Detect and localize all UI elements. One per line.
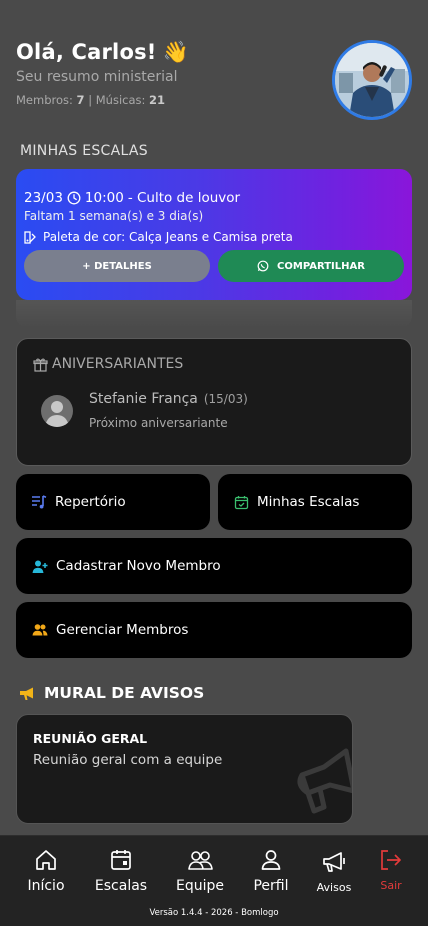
schedule-buttons: + DETALHES COMPARTILHAR: [24, 250, 404, 282]
schedule-palette: Paleta de cor: Calça Jeans e Camisa pret…: [24, 230, 404, 244]
nav-schedules-label: Escalas: [94, 878, 148, 894]
details-button[interactable]: + DETALHES: [24, 250, 210, 282]
members-label: Membros:: [16, 93, 73, 107]
songs-label: Músicas:: [95, 93, 146, 107]
megaphone-icon: [321, 850, 347, 874]
nav-notices-label: Avisos: [316, 881, 352, 894]
avatar-photo: [335, 43, 409, 117]
nav-logout-label: Sair: [380, 879, 402, 892]
my-schedules-button[interactable]: Minhas Escalas: [218, 474, 412, 530]
nav-team[interactable]: Equipe: [172, 848, 228, 894]
members-count: 7: [76, 93, 85, 107]
manage-members-label: Gerenciar Membros: [56, 622, 189, 638]
nav-profile-label: Perfil: [253, 878, 289, 894]
schedule-time: 10:00: [84, 190, 124, 206]
notice-megaphone-icon: [294, 745, 352, 819]
users-icon: [32, 623, 48, 637]
nav-logout[interactable]: Sair: [374, 848, 408, 892]
calendar-icon: [109, 848, 133, 872]
bottom-nav: Início Escalas Equipe Perfil Avisos Sair…: [0, 835, 428, 926]
add-user-icon: [32, 559, 48, 574]
schedule-event: - Culto de louvor: [127, 190, 241, 206]
profile-avatar[interactable]: [332, 40, 412, 120]
home-icon: [34, 848, 58, 872]
share-button-label: COMPARTILHAR: [277, 260, 365, 272]
mural-title-text: MURAL DE AVISOS: [44, 684, 205, 702]
share-button[interactable]: COMPARTILHAR: [218, 250, 404, 282]
nav-home[interactable]: Início: [26, 848, 66, 894]
stats-separator: |: [88, 93, 93, 107]
repertoire-label: Repertório: [55, 494, 126, 510]
birthdays-title: ANIVERSARIANTES: [33, 356, 183, 372]
clock-icon: [67, 191, 81, 205]
calendar-check-icon: [234, 495, 249, 510]
greeting-text: Olá, Carlos!: [16, 40, 157, 64]
nav-profile[interactable]: Perfil: [250, 848, 292, 894]
repertoire-button[interactable]: Repertório: [16, 474, 210, 530]
megaphone-icon: [20, 686, 36, 701]
notice-title: REUNIÃO GERAL: [33, 731, 148, 746]
palette-text: Paleta de cor: Calça Jeans e Camisa pret…: [43, 230, 293, 244]
birthdays-card: ANIVERSARIANTES Stefanie França (15/03) P…: [16, 338, 412, 466]
gift-icon: [33, 357, 48, 372]
nav-home-label: Início: [27, 878, 65, 894]
birthdays-title-text: ANIVERSARIANTES: [52, 356, 184, 372]
birthday-date: (15/03): [203, 392, 248, 406]
birthday-name: Stefanie França: [89, 391, 198, 407]
songs-count: 21: [149, 93, 166, 107]
version-text: Versão 1.4.4 - 2026 - Bomlogo: [149, 908, 279, 918]
header: Olá, Carlos! 👋 Seu resumo ministerial Mem…: [16, 40, 412, 124]
section-title-schedules: MINHAS ESCALAS: [20, 143, 148, 159]
user-icon: [259, 848, 283, 872]
music-list-icon: [31, 494, 47, 510]
wave-icon: 👋: [162, 40, 189, 64]
whatsapp-icon: [257, 260, 269, 272]
schedule-datetime: 23/03 10:00 - Culto de louvor: [24, 190, 404, 206]
nav-notices[interactable]: Avisos: [314, 848, 354, 894]
schedule-date: 23/03: [24, 190, 63, 206]
manage-members-button[interactable]: Gerenciar Membros: [16, 602, 412, 658]
my-schedules-label: Minhas Escalas: [257, 494, 360, 510]
notice-card[interactable]: REUNIÃO GERAL Reunião geral com a equipe: [16, 714, 353, 824]
new-member-label: Cadastrar Novo Membro: [56, 558, 221, 574]
schedule-remaining: Faltam 1 semana(s) e 3 dia(s): [24, 209, 204, 223]
birthday-avatar: [41, 395, 73, 427]
logout-icon: [378, 848, 404, 872]
birthday-note: Próximo aniversariante: [89, 416, 228, 430]
notice-body: Reunião geral com a equipe: [33, 752, 223, 768]
schedule-card-shadow: [16, 300, 412, 328]
birthday-person: Stefanie França (15/03): [89, 391, 248, 407]
new-member-button[interactable]: Cadastrar Novo Membro: [16, 538, 412, 594]
schedule-card[interactable]: 23/03 10:00 - Culto de louvor Faltam 1 s…: [16, 169, 412, 300]
palette-icon: [24, 230, 37, 244]
nav-schedules[interactable]: Escalas: [93, 848, 149, 894]
mural-title: MURAL DE AVISOS: [20, 684, 204, 702]
nav-team-label: Equipe: [176, 878, 224, 894]
team-icon: [187, 848, 213, 872]
